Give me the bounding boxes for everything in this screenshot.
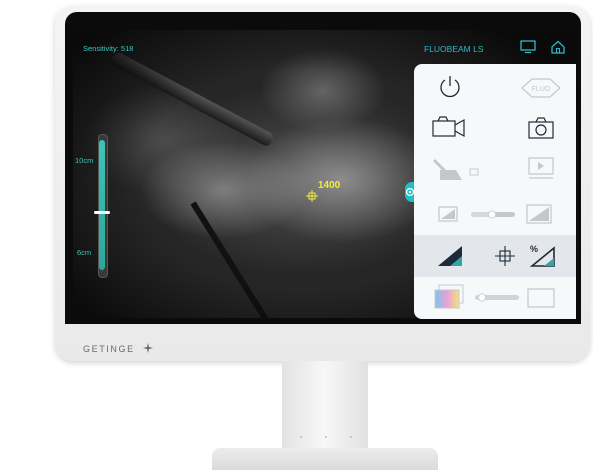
brightness-down-icon[interactable]: [438, 206, 458, 222]
scale-top-label: 10cm: [75, 156, 94, 165]
color-palette-icon[interactable]: [433, 284, 465, 310]
home-icon[interactable]: [550, 40, 566, 54]
monitor-chin: [55, 324, 590, 361]
scale-bottom-label: 6cm: [77, 248, 92, 257]
control-panel: [414, 64, 576, 319]
playback-icon[interactable]: [526, 156, 556, 182]
photo-camera-icon[interactable]: [527, 116, 555, 140]
target-crosshair-icon[interactable]: [494, 245, 516, 267]
fluo-mode-label: FLUO: [532, 86, 551, 93]
mode-title: FLUOBEAM LS: [424, 44, 484, 54]
power-icon[interactable]: [438, 74, 462, 100]
stand-dot: [350, 436, 352, 438]
measurement-value: 1400: [318, 180, 341, 191]
monitor-stand-base: [212, 448, 438, 470]
target-crosshair-icon: [306, 190, 318, 202]
percent-gain-icon[interactable]: %: [528, 242, 556, 268]
brightness-slider[interactable]: [470, 209, 516, 219]
svg-text:%: %: [530, 244, 538, 254]
overlay-slider[interactable]: [474, 292, 520, 302]
blank-frame-icon[interactable]: [527, 288, 555, 308]
laser-toggle-icon[interactable]: [430, 156, 486, 186]
gain-icon[interactable]: [436, 244, 464, 268]
monitor-icon[interactable]: [520, 40, 536, 54]
stand-dot: [300, 436, 302, 438]
brightness-up-icon[interactable]: [526, 204, 552, 224]
sensitivity-readout: Sensitivity: 518: [83, 44, 134, 53]
brand-logo-icon: [143, 343, 153, 353]
fluo-mode-icon[interactable]: FLUO: [520, 77, 562, 99]
stand-dot: [325, 436, 327, 438]
video-camera-icon[interactable]: [430, 114, 470, 140]
brand-name: GETINGE: [83, 344, 135, 354]
distance-slider-fill: [99, 140, 105, 270]
distance-slider-thumb[interactable]: [94, 211, 110, 214]
